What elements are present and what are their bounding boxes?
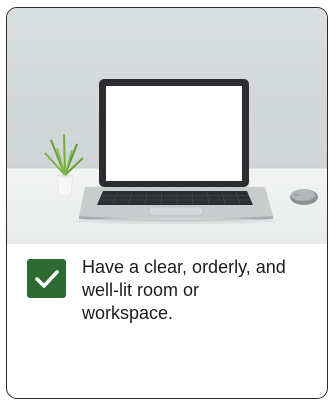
checklist-card: Have a clear, orderly, and well-lit room… [6, 7, 328, 399]
checklist-item: Have a clear, orderly, and well-lit room… [27, 256, 307, 325]
checklist-item-text: Have a clear, orderly, and well-lit room… [82, 257, 286, 323]
laptop-illustration [79, 79, 273, 222]
mouse-illustration [290, 189, 318, 205]
workspace-image [7, 8, 327, 244]
check-icon[interactable] [27, 259, 66, 298]
